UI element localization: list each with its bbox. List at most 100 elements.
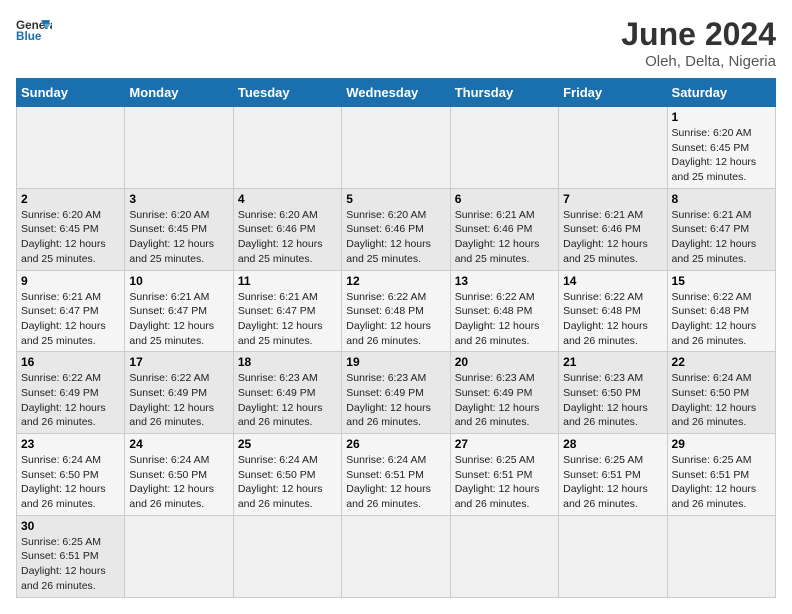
day-cell <box>125 107 233 189</box>
day-info: Sunrise: 6:22 AMSunset: 6:48 PMDaylight:… <box>672 290 771 349</box>
weekday-monday: Monday <box>125 79 233 107</box>
weekday-saturday: Saturday <box>667 79 775 107</box>
day-info: Sunrise: 6:24 AMSunset: 6:50 PMDaylight:… <box>129 453 228 512</box>
day-info: Sunrise: 6:25 AMSunset: 6:51 PMDaylight:… <box>21 535 120 594</box>
weekday-friday: Friday <box>559 79 667 107</box>
day-info: Sunrise: 6:20 AMSunset: 6:45 PMDaylight:… <box>21 208 120 267</box>
day-info: Sunrise: 6:21 AMSunset: 6:47 PMDaylight:… <box>21 290 120 349</box>
title-block: June 2024 Oleh, Delta, Nigeria <box>621 16 776 70</box>
day-cell: 3Sunrise: 6:20 AMSunset: 6:45 PMDaylight… <box>125 188 233 270</box>
calendar-title: June 2024 <box>621 16 776 53</box>
logo-icon: General Blue <box>16 16 52 44</box>
day-number: 16 <box>21 355 120 369</box>
day-cell: 10 Sunrise: 6:21 AMSunset: 6:47 PMDayligh… <box>125 270 233 352</box>
day-number: 21 <box>563 355 662 369</box>
day-number: 10 <box>129 274 228 288</box>
day-cell: 4 Sunrise: 6:20 AMSunset: 6:46 PMDaylight… <box>233 188 341 270</box>
logo: General Blue <box>16 16 52 44</box>
day-number: 26 <box>346 437 445 451</box>
day-cell: 7Sunrise: 6:21 AMSunset: 6:46 PMDaylight… <box>559 188 667 270</box>
weekday-tuesday: Tuesday <box>233 79 341 107</box>
day-cell: 13Sunrise: 6:22 AMSunset: 6:48 PMDayligh… <box>450 270 558 352</box>
day-info: Sunrise: 6:23 AMSunset: 6:49 PMDaylight:… <box>346 371 445 430</box>
day-info: Sunrise: 6:25 AMSunset: 6:51 PMDaylight:… <box>455 453 554 512</box>
day-cell: 1Sunrise: 6:20 AMSunset: 6:45 PMDaylight… <box>667 107 775 189</box>
day-number: 25 <box>238 437 337 451</box>
day-cell: 23 Sunrise: 6:24 AMSunset: 6:50 PMDayligh… <box>17 434 125 516</box>
day-cell: 16 Sunrise: 6:22 AMSunset: 6:49 PMDayligh… <box>17 352 125 434</box>
day-cell <box>125 515 233 597</box>
day-cell: 14Sunrise: 6:22 AMSunset: 6:48 PMDayligh… <box>559 270 667 352</box>
day-cell: 25 Sunrise: 6:24 AMSunset: 6:50 PMDayligh… <box>233 434 341 516</box>
day-number: 27 <box>455 437 554 451</box>
header: General Blue June 2024 Oleh, Delta, Nige… <box>16 16 776 70</box>
day-number: 3 <box>129 192 228 206</box>
day-number: 13 <box>455 274 554 288</box>
day-cell: 11 Sunrise: 6:21 AMSunset: 6:47 PMDayligh… <box>233 270 341 352</box>
day-cell <box>342 107 450 189</box>
day-number: 23 <box>21 437 120 451</box>
day-cell: 17 Sunrise: 6:22 AMSunset: 6:49 PMDayligh… <box>125 352 233 434</box>
day-number: 12 <box>346 274 445 288</box>
day-cell: 22 Sunrise: 6:24 AMSunset: 6:50 PMDayligh… <box>667 352 775 434</box>
weekday-sunday: Sunday <box>17 79 125 107</box>
day-number: 29 <box>672 437 771 451</box>
day-number: 28 <box>563 437 662 451</box>
day-info: Sunrise: 6:21 AMSunset: 6:47 PMDaylight:… <box>238 290 337 349</box>
day-cell: 21 Sunrise: 6:23 AMSunset: 6:50 PMDayligh… <box>559 352 667 434</box>
weekday-header-row: SundayMondayTuesdayWednesdayThursdayFrid… <box>17 79 776 107</box>
svg-text:Blue: Blue <box>16 30 42 43</box>
day-cell: 24Sunrise: 6:24 AMSunset: 6:50 PMDayligh… <box>125 434 233 516</box>
day-number: 15 <box>672 274 771 288</box>
day-info: Sunrise: 6:23 AMSunset: 6:49 PMDaylight:… <box>455 371 554 430</box>
day-number: 20 <box>455 355 554 369</box>
day-cell: 20 Sunrise: 6:23 AMSunset: 6:49 PMDayligh… <box>450 352 558 434</box>
day-info: Sunrise: 6:20 AMSunset: 6:46 PMDaylight:… <box>238 208 337 267</box>
day-info: Sunrise: 6:22 AMSunset: 6:48 PMDaylight:… <box>346 290 445 349</box>
day-cell <box>667 515 775 597</box>
day-info: Sunrise: 6:24 AMSunset: 6:51 PMDaylight:… <box>346 453 445 512</box>
week-row-4: 23 Sunrise: 6:24 AMSunset: 6:50 PMDayligh… <box>17 434 776 516</box>
day-info: Sunrise: 6:25 AMSunset: 6:51 PMDaylight:… <box>563 453 662 512</box>
day-info: Sunrise: 6:23 AMSunset: 6:49 PMDaylight:… <box>238 371 337 430</box>
day-cell: 18 Sunrise: 6:23 AMSunset: 6:49 PMDayligh… <box>233 352 341 434</box>
day-info: Sunrise: 6:22 AMSunset: 6:49 PMDaylight:… <box>129 371 228 430</box>
day-cell: 6Sunrise: 6:21 AMSunset: 6:46 PMDaylight… <box>450 188 558 270</box>
day-info: Sunrise: 6:24 AMSunset: 6:50 PMDaylight:… <box>238 453 337 512</box>
day-info: Sunrise: 6:20 AMSunset: 6:45 PMDaylight:… <box>672 126 771 185</box>
day-info: Sunrise: 6:24 AMSunset: 6:50 PMDaylight:… <box>672 371 771 430</box>
day-cell <box>233 107 341 189</box>
day-cell: 15 Sunrise: 6:22 AMSunset: 6:48 PMDayligh… <box>667 270 775 352</box>
day-cell <box>17 107 125 189</box>
calendar-subtitle: Oleh, Delta, Nigeria <box>621 53 776 70</box>
day-number: 17 <box>129 355 228 369</box>
day-cell <box>342 515 450 597</box>
day-number: 5 <box>346 192 445 206</box>
day-cell: 28 Sunrise: 6:25 AMSunset: 6:51 PMDayligh… <box>559 434 667 516</box>
day-info: Sunrise: 6:21 AMSunset: 6:47 PMDaylight:… <box>129 290 228 349</box>
day-number: 22 <box>672 355 771 369</box>
weekday-thursday: Thursday <box>450 79 558 107</box>
day-cell <box>450 107 558 189</box>
weekday-wednesday: Wednesday <box>342 79 450 107</box>
day-cell <box>233 515 341 597</box>
day-info: Sunrise: 6:21 AMSunset: 6:47 PMDaylight:… <box>672 208 771 267</box>
day-number: 11 <box>238 274 337 288</box>
day-info: Sunrise: 6:24 AMSunset: 6:50 PMDaylight:… <box>21 453 120 512</box>
day-number: 8 <box>672 192 771 206</box>
day-cell: 9Sunrise: 6:21 AMSunset: 6:47 PMDaylight… <box>17 270 125 352</box>
week-row-0: 1Sunrise: 6:20 AMSunset: 6:45 PMDaylight… <box>17 107 776 189</box>
day-cell: 8 Sunrise: 6:21 AMSunset: 6:47 PMDaylight… <box>667 188 775 270</box>
day-cell: 26 Sunrise: 6:24 AMSunset: 6:51 PMDayligh… <box>342 434 450 516</box>
week-row-5: 30Sunrise: 6:25 AMSunset: 6:51 PMDayligh… <box>17 515 776 597</box>
day-info: Sunrise: 6:23 AMSunset: 6:50 PMDaylight:… <box>563 371 662 430</box>
day-cell: 2Sunrise: 6:20 AMSunset: 6:45 PMDaylight… <box>17 188 125 270</box>
day-info: Sunrise: 6:22 AMSunset: 6:49 PMDaylight:… <box>21 371 120 430</box>
day-number: 18 <box>238 355 337 369</box>
day-cell: 12 Sunrise: 6:22 AMSunset: 6:48 PMDayligh… <box>342 270 450 352</box>
day-info: Sunrise: 6:20 AMSunset: 6:46 PMDaylight:… <box>346 208 445 267</box>
week-row-2: 9Sunrise: 6:21 AMSunset: 6:47 PMDaylight… <box>17 270 776 352</box>
day-info: Sunrise: 6:21 AMSunset: 6:46 PMDaylight:… <box>455 208 554 267</box>
day-number: 4 <box>238 192 337 206</box>
day-cell <box>559 107 667 189</box>
